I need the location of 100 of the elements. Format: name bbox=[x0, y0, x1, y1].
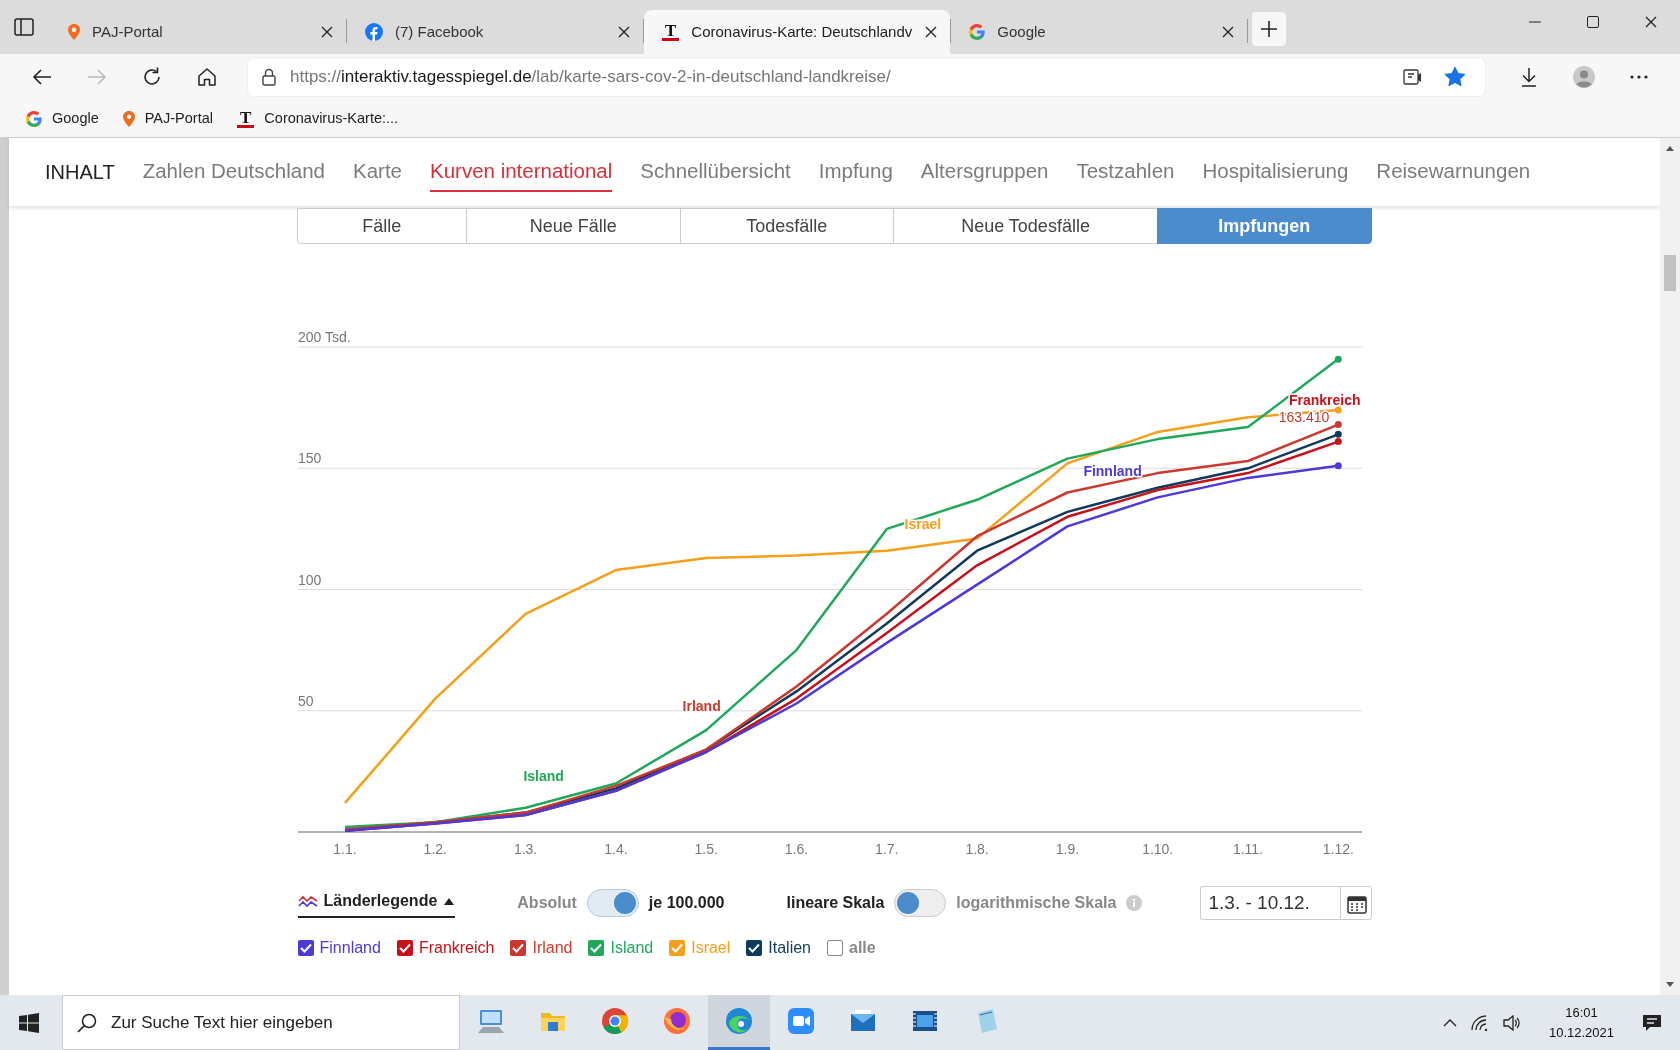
series-label: Irland bbox=[682, 697, 721, 714]
bookmark[interactable]: PAJ-Portal bbox=[122, 107, 213, 130]
checkbox[interactable] bbox=[510, 940, 527, 956]
checkbox[interactable] bbox=[827, 940, 843, 956]
metric-tab[interactable]: Neue Todesfälle bbox=[893, 208, 1158, 244]
scrollbar[interactable] bbox=[1660, 138, 1680, 995]
bookmark-label: PAJ-Portal bbox=[144, 108, 213, 128]
axis-label: 1.3. bbox=[513, 841, 537, 857]
close-icon bbox=[320, 25, 334, 39]
newspaper-logo: T bbox=[662, 23, 680, 41]
tab-actions-button[interactable] bbox=[14, 18, 34, 36]
close-icon bbox=[924, 25, 939, 39]
bookmark[interactable]: T Coronavirus-Karte:... bbox=[237, 107, 399, 130]
chevron-up-icon[interactable] bbox=[1442, 1017, 1457, 1028]
home-icon bbox=[195, 66, 218, 88]
nav-link[interactable]: Reisewarnungen bbox=[1376, 151, 1531, 193]
line-end-marker bbox=[1334, 462, 1342, 470]
browser-tab[interactable]: T Coronavirus-Karte: Deutschlandv bbox=[644, 10, 951, 54]
taskbar-search-field[interactable]: Zur Suche Text hier eingeben bbox=[62, 995, 460, 1050]
tab-title: Coronavirus-Karte: Deutschlandv bbox=[691, 21, 913, 42]
address-bar[interactable]: https://interaktiv.tagesspiegel.de/lab/karte-sars-cov-2-in-deutschland-landkreise/ bbox=[248, 58, 1485, 96]
scroll-down-icon[interactable] bbox=[1666, 982, 1674, 987]
edge-logo-icon bbox=[725, 1007, 753, 1035]
new-tab-button[interactable] bbox=[1252, 12, 1287, 46]
checkbox[interactable] bbox=[396, 940, 413, 956]
line-end-marker bbox=[1334, 355, 1342, 363]
calendar-button[interactable] bbox=[1339, 886, 1372, 920]
line-label: 163.410 bbox=[1278, 409, 1329, 426]
nav-link[interactable]: Testzahlen bbox=[1076, 151, 1175, 193]
tab-title: PAJ-Portal bbox=[92, 21, 164, 42]
toggle-label: Absolut bbox=[517, 893, 577, 913]
country-checkbox[interactable]: Italien bbox=[746, 936, 811, 960]
metric-tab[interactable]: Impfungen bbox=[1156, 208, 1372, 244]
maximize-icon bbox=[1586, 15, 1600, 29]
date-text: 10.12.2021 bbox=[1548, 1023, 1614, 1042]
close-icon bbox=[1221, 25, 1236, 39]
series-label: Finnland bbox=[1082, 462, 1142, 479]
axis-label: 50 bbox=[297, 692, 314, 709]
notification-icon[interactable] bbox=[1642, 1012, 1662, 1033]
avatar-icon bbox=[1572, 66, 1595, 88]
plus-icon bbox=[1260, 20, 1279, 38]
firefox-logo-icon bbox=[663, 1007, 691, 1035]
google-logo-icon bbox=[26, 110, 42, 127]
browser-tab[interactable]: PAJ-Portal bbox=[50, 10, 346, 54]
taskbar-app-button[interactable] bbox=[708, 995, 770, 1050]
clock[interactable]: 16:01 10.12.2021 bbox=[1548, 1003, 1614, 1042]
axis-label: 1.5. bbox=[694, 841, 718, 857]
toggle-switch[interactable] bbox=[586, 889, 639, 917]
scrollbar-thumb[interactable] bbox=[1664, 255, 1676, 291]
metric-tab[interactable]: Fälle bbox=[296, 208, 467, 244]
checkbox[interactable] bbox=[588, 940, 605, 956]
toggle-switch[interactable] bbox=[894, 889, 947, 917]
nav-link[interactable]: Altersgruppen bbox=[920, 151, 1049, 193]
checkbox[interactable] bbox=[669, 940, 686, 956]
facebook-logo-icon bbox=[365, 23, 383, 41]
lock-icon bbox=[262, 68, 276, 86]
toggle-label: je 100.000 bbox=[648, 893, 725, 913]
country-checkbox[interactable]: alle bbox=[827, 936, 876, 960]
axis-label: 1.2. bbox=[423, 841, 447, 857]
nav-link[interactable]: Impfung bbox=[818, 151, 893, 193]
laptop-icon bbox=[477, 1007, 505, 1035]
video-camera-icon bbox=[787, 1007, 815, 1035]
nav-link[interactable]: Kurven international bbox=[430, 151, 613, 193]
sidebar-icon bbox=[14, 18, 34, 36]
axis-label: 1.1. bbox=[332, 841, 357, 857]
nav-link[interactable]: Hospitalisierung bbox=[1202, 151, 1349, 193]
nav-link[interactable]: Zahlen Deutschland bbox=[142, 151, 325, 193]
metric-tab[interactable]: Neue Fälle bbox=[465, 208, 681, 244]
close-tab-button[interactable] bbox=[617, 25, 631, 39]
country-checkbox[interactable]: Finnland bbox=[297, 936, 381, 960]
section-menu-title: INHALT bbox=[45, 160, 115, 185]
checkbox[interactable] bbox=[746, 940, 763, 956]
close-tab-button[interactable] bbox=[1221, 25, 1236, 39]
location-pin-icon bbox=[122, 110, 135, 127]
search-input[interactable]: Zur Suche Text hier eingeben bbox=[109, 1008, 445, 1037]
close-icon bbox=[617, 25, 631, 39]
nav-link[interactable]: Schnellübersicht bbox=[640, 151, 791, 193]
line-chart-icon bbox=[297, 893, 318, 908]
country-checkbox[interactable]: Irland bbox=[510, 936, 573, 960]
wifi-icon[interactable] bbox=[1470, 1014, 1489, 1031]
metric-tab[interactable]: Todesfälle bbox=[679, 208, 895, 244]
axis-label: 150 bbox=[297, 450, 321, 467]
close-tab-button[interactable] bbox=[924, 25, 939, 39]
axis-label: 1.9. bbox=[1055, 841, 1079, 857]
date-range-field[interactable]: 1.3. - 10.12. bbox=[1199, 886, 1340, 920]
bookmark[interactable]: Google bbox=[26, 107, 99, 130]
axis-label: 200 Tsd. bbox=[297, 329, 351, 345]
bookmark-label: Coronavirus-Karte:... bbox=[264, 108, 399, 128]
axis-label: 1.8. bbox=[964, 841, 989, 857]
speaker-icon[interactable] bbox=[1502, 1014, 1521, 1031]
checkbox[interactable] bbox=[297, 940, 314, 956]
legend-toggle[interactable]: Länderlegende bbox=[297, 888, 456, 918]
nav-link[interactable]: Karte bbox=[353, 151, 402, 193]
date-range-picker[interactable]: 1.3. - 10.12. bbox=[1199, 886, 1372, 920]
close-tab-button[interactable] bbox=[320, 25, 334, 39]
close-icon bbox=[1644, 15, 1658, 29]
browser-tab[interactable]: (7) Facebook bbox=[347, 10, 643, 54]
country-checkbox[interactable]: Frankreich bbox=[396, 936, 495, 960]
scroll-up-icon[interactable] bbox=[1666, 146, 1674, 151]
browser-tab[interactable]: Google bbox=[951, 10, 1248, 54]
